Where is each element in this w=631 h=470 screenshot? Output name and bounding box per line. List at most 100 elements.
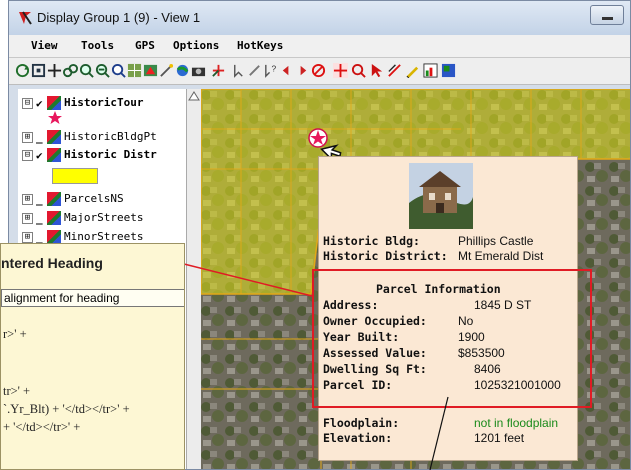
annotation-callout: ntered Heading alignment for heading r>'…: [0, 243, 185, 470]
legend-row-major-streets[interactable]: ⊞ _ MajorStreets: [22, 211, 143, 227]
layer-manager-icon[interactable]: [127, 63, 142, 78]
add-point-icon[interactable]: [211, 63, 226, 78]
window-title: Display Group 1 (9) - View 1: [37, 10, 201, 25]
pan-icon[interactable]: [47, 63, 62, 78]
select-vertex-icon[interactable]: [231, 63, 246, 78]
assessed-value-value: $853500: [458, 346, 505, 360]
layer-name: HistoricBldgPt: [64, 130, 157, 143]
code-line: `.Yr_Blt) + '</td></tr>' +: [3, 402, 130, 416]
code-line: tr>' +: [3, 384, 31, 398]
menu-options[interactable]: Options: [173, 39, 219, 52]
floodplain-label: Floodplain:: [323, 416, 400, 430]
checkbox-checked-icon[interactable]: ✔: [36, 149, 47, 162]
floodplain-value: not in floodplain: [474, 416, 559, 430]
checkbox-empty-icon[interactable]: _: [36, 193, 47, 206]
expand-icon[interactable]: ⊞: [22, 131, 33, 143]
dwelling-sqft-label: Dwelling Sq Ft:: [323, 362, 427, 376]
forward-icon[interactable]: [295, 63, 310, 78]
layer-name: ParcelsNS: [64, 192, 124, 205]
historic-district-label: Historic District:: [323, 249, 448, 263]
callout-heading: ntered Heading: [1, 255, 103, 271]
house-image: [409, 163, 473, 229]
minimize-button[interactable]: [590, 5, 624, 25]
legend-row-historic-tour[interactable]: ⊟ ✔ HistoricTour: [22, 96, 143, 112]
layer-type-icon: [47, 230, 61, 244]
zoom-in-icon[interactable]: [79, 63, 94, 78]
globe-icon[interactable]: [175, 63, 190, 78]
pointer-icon[interactable]: [369, 63, 384, 78]
year-built-label: Year Built:: [323, 330, 400, 344]
full-extent-icon[interactable]: [31, 63, 46, 78]
tour-icon[interactable]: [143, 63, 158, 78]
scroll-up-icon[interactable]: [188, 91, 200, 101]
collapse-icon[interactable]: ⊟: [22, 149, 33, 161]
layer-type-icon: [47, 211, 61, 225]
draw-line-icon[interactable]: [387, 63, 402, 78]
camera-icon[interactable]: [191, 63, 206, 78]
owner-occupied-label: Owner Occupied:: [323, 314, 427, 328]
back-icon[interactable]: [279, 63, 294, 78]
tour-star-icon: [48, 111, 62, 124]
checkbox-empty-icon[interactable]: _: [36, 212, 47, 225]
layer-name: MajorStreets: [64, 211, 144, 224]
layout-icon[interactable]: [441, 63, 456, 78]
zoom-box-icon[interactable]: [111, 63, 126, 78]
chart-icon[interactable]: [423, 63, 438, 78]
app-icon: [19, 11, 32, 25]
menu-hotkeys[interactable]: HotKeys: [237, 39, 283, 52]
expand-icon[interactable]: ⊞: [22, 193, 33, 205]
expand-icon[interactable]: ⊞: [22, 231, 33, 243]
code-line: + '</td></tr>' +: [3, 420, 81, 434]
edit-tool-icon[interactable]: [247, 63, 262, 78]
collapse-icon[interactable]: ⊟: [22, 97, 33, 109]
layer-name: HistoricTour: [64, 96, 144, 109]
menu-tools[interactable]: Tools: [81, 39, 114, 52]
menu-view[interactable]: View: [31, 39, 58, 52]
svg-text:?: ?: [271, 63, 276, 73]
parcel-id-label: Parcel ID:: [323, 378, 393, 392]
legend-row-parcels[interactable]: ⊞ _ ParcelsNS: [22, 192, 124, 208]
title-bar[interactable]: Display Group 1 (9) - View 1: [9, 1, 630, 36]
expand-icon[interactable]: ⊞: [22, 212, 33, 224]
toolbar: ?: [9, 58, 630, 85]
parcel-id-value: 1025321001000: [474, 378, 561, 392]
year-built-value: 1900: [458, 330, 485, 344]
crosshair-icon[interactable]: [333, 63, 348, 78]
redraw-icon[interactable]: [15, 63, 30, 78]
checkbox-empty-icon[interactable]: _: [36, 231, 47, 244]
menu-bar: View Tools GPS Options HotKeys: [9, 35, 630, 58]
historic-bldg-value: Phillips Castle: [458, 234, 534, 248]
elevation-value: 1201 feet: [474, 431, 525, 445]
parcel-address-value: 1845 D ST: [474, 298, 532, 312]
zoom-out-icon[interactable]: [95, 63, 110, 78]
cancel-icon[interactable]: [311, 63, 326, 78]
pencil-icon[interactable]: [405, 63, 420, 78]
menu-gps[interactable]: GPS: [135, 39, 155, 52]
historic-district-value: Mt Emerald Dist: [458, 249, 544, 263]
layer-name: Historic Distr: [64, 148, 157, 161]
help-cursor-icon[interactable]: ?: [263, 63, 278, 78]
legend-row-historic-bldg[interactable]: ⊞ _ HistoricBldgPt: [22, 130, 157, 146]
zoom-select-icon[interactable]: [351, 63, 366, 78]
historic-bldg-label: Historic Bldg:: [323, 234, 420, 248]
layer-type-icon: [47, 148, 61, 162]
parcel-heading: Parcel Information: [376, 282, 501, 296]
parcel-address-label: Address:: [323, 298, 379, 312]
dwelling-sqft-value: 8406: [474, 362, 501, 376]
district-swatch: [52, 168, 98, 184]
wand-icon[interactable]: [159, 63, 174, 78]
layer-name: MinorStreets: [64, 230, 144, 243]
legend-row-historic-district[interactable]: ⊟ ✔ Historic Distr: [22, 148, 157, 164]
owner-occupied-value: No: [458, 314, 474, 328]
building-photo: [409, 163, 473, 229]
elevation-label: Elevation:: [323, 431, 393, 445]
checkbox-empty-icon[interactable]: _: [36, 131, 47, 144]
group-icon[interactable]: [63, 63, 78, 78]
checkbox-checked-icon[interactable]: ✔: [36, 97, 47, 110]
legend-scrollbar[interactable]: [186, 89, 201, 469]
layer-type-icon: [47, 192, 61, 206]
layer-type-icon: [47, 96, 61, 110]
assessed-value-label: Assessed Value:: [323, 346, 427, 360]
layer-type-icon: [47, 130, 61, 144]
code-line: r>' +: [3, 327, 27, 341]
